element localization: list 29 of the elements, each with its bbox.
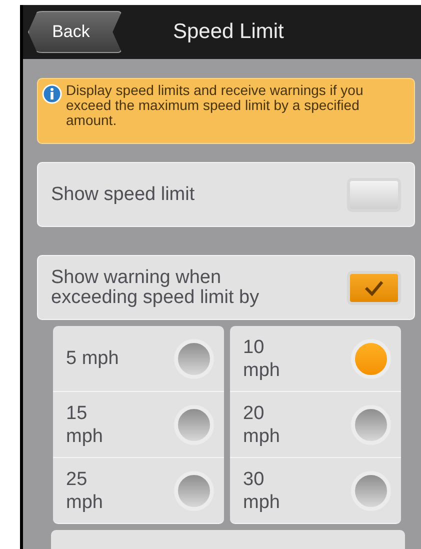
speed-option[interactable]: 5 mph [53, 326, 224, 392]
setting-label: Show warning when exceeding speed limit by [51, 268, 260, 308]
option-label: 20 mph [243, 402, 281, 448]
speed-option[interactable]: 25 mph [53, 458, 224, 524]
radio-button[interactable] [351, 404, 391, 445]
setting-label: Show speed limit [51, 184, 196, 205]
checkmark-icon [364, 280, 384, 296]
info-text: Display speed limits and receive warnings if you exceed the maximum speed limit by a specified amount. [66, 82, 364, 128]
option-label: 15 mph [66, 402, 104, 448]
speed-option[interactable]: 15 mph [53, 392, 224, 458]
checkbox[interactable] [347, 270, 401, 305]
option-label: 10 mph [243, 336, 281, 382]
page-title: Speed Limit [173, 19, 284, 46]
speed-option[interactable]: 10 mph [230, 326, 401, 392]
radio-button[interactable] [174, 404, 214, 445]
setting-row[interactable]: Show warning when exceeding speed limit by [37, 255, 415, 320]
back-button[interactable]: Back [28, 10, 122, 53]
radio-button[interactable] [351, 470, 391, 511]
option-label: 5 mph [66, 347, 120, 370]
speed-option[interactable]: 20 mph [230, 392, 401, 458]
speed-option[interactable]: 30 mph [230, 458, 401, 524]
setting-row[interactable]: Show speed limit [37, 162, 415, 228]
radio-button[interactable] [351, 338, 391, 379]
checkbox[interactable] [347, 178, 401, 212]
option-label: 30 mph [243, 468, 281, 514]
radio-button[interactable] [174, 338, 214, 379]
radio-button[interactable] [174, 470, 214, 511]
info-icon [42, 84, 62, 104]
option-label: 25 mph [66, 468, 104, 514]
